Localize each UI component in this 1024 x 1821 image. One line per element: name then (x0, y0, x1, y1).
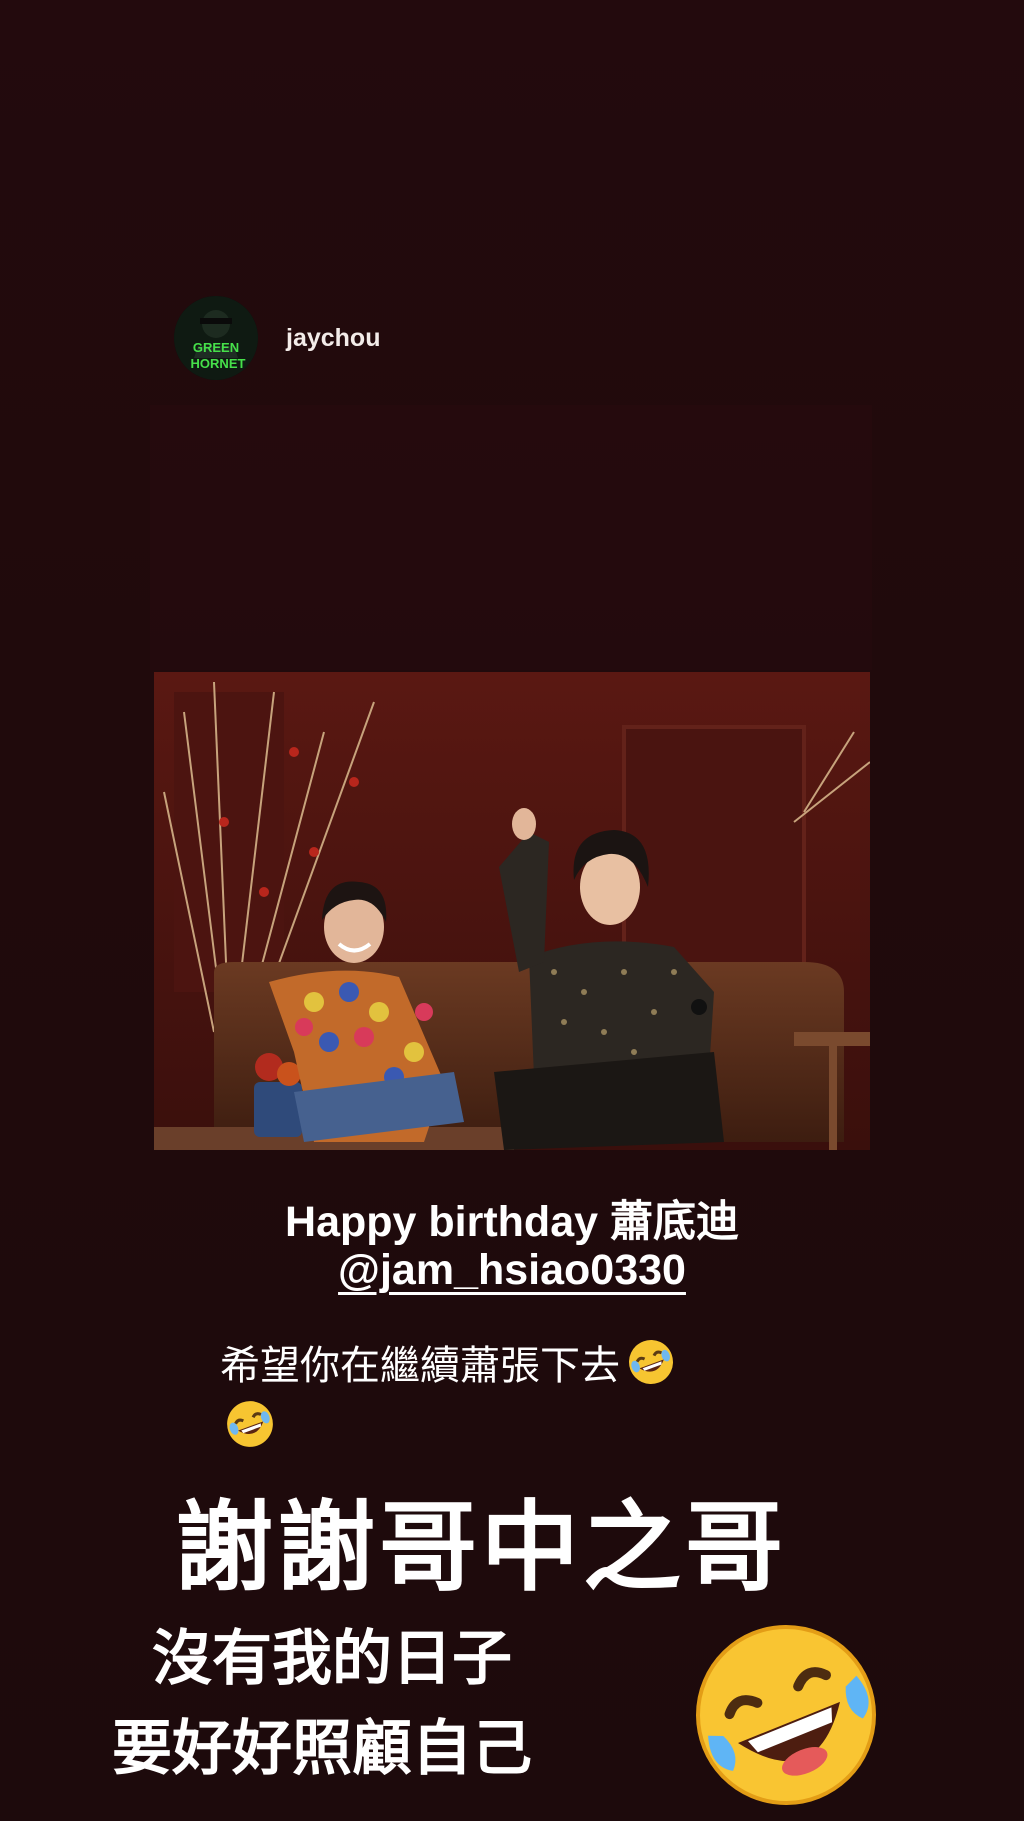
rolling-laughing-emoji-icon (686, 1615, 886, 1815)
story-canvas: GREEN HORNET jaychou Happy birthday 蕭底迪 … (0, 0, 1024, 1821)
rolling-laughing-emoji-icon (224, 1398, 276, 1450)
svg-text:GREEN: GREEN (193, 340, 239, 355)
shared-photo (154, 672, 870, 1150)
story-author[interactable]: GREEN HORNET jaychou (174, 296, 380, 380)
reply-line-1: 沒有我的日子 (152, 1625, 512, 1692)
author-username[interactable]: jaychou (286, 324, 380, 353)
caption-mention[interactable]: @jam_hsiao0330 (0, 1246, 1024, 1295)
caption-wish-line: 希望你在繼續蕭張下去 (220, 1333, 676, 1391)
svg-text:HORNET: HORNET (191, 356, 246, 371)
caption-wish-text: 希望你在繼續蕭張下去 (220, 1344, 620, 1388)
reply-line-2: 要好好照顧自己 (112, 1715, 532, 1782)
story-frame-shadow (150, 405, 872, 670)
caption-birthday-line: Happy birthday 蕭底迪 (285, 1198, 739, 1246)
mention-link[interactable]: @jam_hsiao0330 (338, 1246, 686, 1294)
green-hornet-avatar-icon[interactable]: GREEN HORNET (174, 296, 258, 380)
reply-headline: 謝謝哥中之哥 (175, 1492, 788, 1602)
rolling-laughing-emoji-icon (626, 1337, 676, 1387)
